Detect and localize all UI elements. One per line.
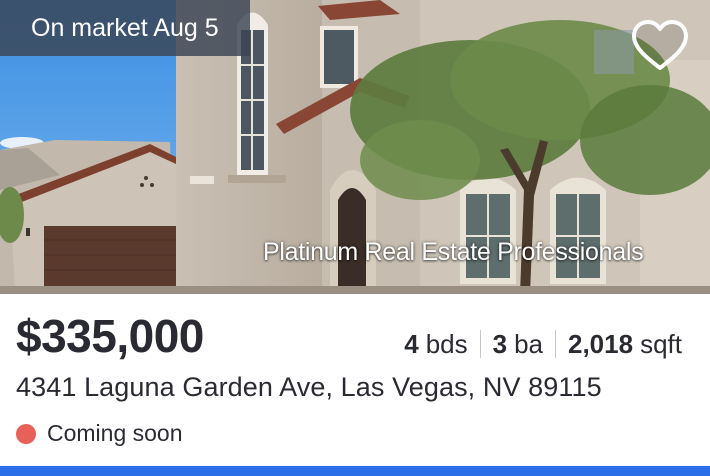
- fact-divider: [479, 330, 481, 358]
- status-dot-icon: [16, 423, 36, 444]
- listing-address[interactable]: 4341 Laguna Garden Ave, Las Vegas, NV 89…: [16, 372, 602, 403]
- photo-watermark: Platinum Real Estate Professionals: [263, 238, 644, 266]
- status-label: Coming soon: [47, 420, 183, 446]
- baths-fact: 3 ba: [493, 329, 543, 360]
- baths-value: 3: [492, 328, 508, 359]
- market-date-badge: On market Aug 5: [0, 0, 250, 56]
- sqft-fact: 2,018 sqft: [568, 329, 682, 360]
- heart-outline-icon[interactable]: [628, 18, 692, 74]
- listing-status: Coming soon: [16, 420, 183, 447]
- property-facts: 4 bds 3 ba 2,018 sqft: [404, 328, 682, 360]
- sqft-unit: sqft: [640, 328, 682, 359]
- sqft-value: 2,018: [568, 328, 634, 359]
- beds-value: 4: [404, 328, 419, 359]
- property-photo[interactable]: On market Aug 5 Platinum Real Estate Pro…: [0, 0, 710, 294]
- accent-bar: [0, 466, 710, 476]
- listing-price: $335,000: [16, 310, 204, 362]
- beds-fact: 4 bds: [404, 329, 467, 360]
- fact-divider: [555, 330, 556, 358]
- baths-unit: ba: [514, 328, 543, 359]
- beds-unit: bds: [425, 328, 468, 359]
- listing-card[interactable]: On market Aug 5 Platinum Real Estate Pro…: [0, 0, 710, 476]
